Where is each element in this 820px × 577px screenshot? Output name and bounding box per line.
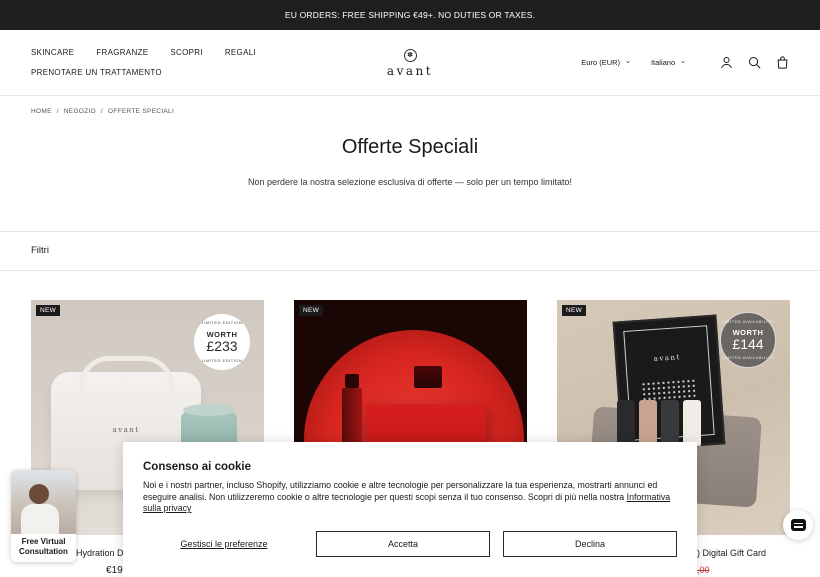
- product-title[interactable]: Hydration D: [76, 548, 124, 558]
- cookie-title: Consenso ai cookie: [143, 461, 252, 473]
- worth-value: £144: [732, 336, 764, 353]
- brand-logo[interactable]: ✽ avant: [381, 49, 439, 78]
- accept-button[interactable]: Accetta: [316, 531, 490, 557]
- currency-label: Euro (EUR): [581, 57, 621, 67]
- product-price-strike: ,00: [697, 565, 710, 575]
- cookie-banner: Consenso ai cookie Noi e i nostri partne…: [123, 442, 697, 577]
- breadcrumb-negozio[interactable]: NEGOZIO: [64, 108, 96, 115]
- edition-text-top: LIMITED EDITION: [201, 320, 243, 325]
- product-image-tube: [639, 400, 657, 446]
- manage-preferences-button[interactable]: Gestisci le preferenze: [143, 531, 305, 557]
- product-image-tube: [683, 400, 701, 446]
- consultation-label: Free Virtual Consultation: [19, 537, 68, 556]
- product-image-tube: [661, 400, 679, 446]
- nav-item-fragranze[interactable]: FRAGRANZE: [96, 48, 148, 57]
- worth-value: £233: [206, 338, 238, 355]
- account-icon[interactable]: [718, 54, 734, 70]
- announcement-text: EU ORDERS: FREE SHIPPING €49+. NO DUTIES…: [284, 10, 536, 20]
- nav-item-regali[interactable]: REGALI: [225, 48, 256, 57]
- cookie-body: Noi e i nostri partner, incluso Shopify,…: [143, 480, 658, 502]
- worth-seal: LIMITED AVAILABILITY WORTH £144 LIMITED …: [720, 312, 776, 368]
- product-image-bottle: [342, 374, 362, 448]
- breadcrumb-current: OFFERTE SPECIALI: [108, 108, 175, 115]
- consultation-widget[interactable]: Free Virtual Consultation: [11, 470, 76, 562]
- breadcrumb-home[interactable]: HOME: [31, 108, 52, 115]
- edition-text-bottom: LIMITED EDITION: [201, 358, 243, 363]
- product-image-tube: [617, 400, 635, 446]
- new-badge: NEW: [36, 305, 61, 316]
- chat-button[interactable]: [783, 510, 813, 540]
- header-utilities: Euro (EUR) ⌄ Italiano ⌄: [581, 54, 790, 70]
- chat-icon: [790, 519, 806, 531]
- page-title: Offerte Speciali: [341, 136, 479, 158]
- bag-icon[interactable]: [774, 54, 790, 70]
- new-badge: NEW: [562, 305, 587, 316]
- filter-button[interactable]: Filtri: [31, 245, 49, 256]
- search-icon[interactable]: [746, 54, 762, 70]
- language-label: Italiano: [650, 57, 676, 67]
- chevron-down-icon: ⌄: [625, 58, 631, 65]
- cookie-text: Noi e i nostri partner, incluso Shopify,…: [143, 480, 673, 515]
- decline-button[interactable]: Declina: [503, 531, 677, 557]
- product-price: €19: [106, 565, 123, 576]
- nav-item-skincare[interactable]: SKINCARE: [31, 48, 74, 57]
- main-nav: SKINCARE FRAGRANZE SCOPRI REGALI PRENOTA…: [31, 48, 278, 77]
- nav-item-trattamento[interactable]: PRENOTARE UN TRATTAMENTO: [31, 68, 278, 77]
- site-header: SKINCARE FRAGRANZE SCOPRI REGALI PRENOTA…: [0, 30, 820, 96]
- edition-text-bottom: LIMITED AVAILABILITY: [721, 355, 775, 360]
- announcement-bar: EU ORDERS: FREE SHIPPING €49+. NO DUTIES…: [0, 0, 820, 30]
- breadcrumb: HOME / NEGOZIO / OFFERTE SPECIALI: [31, 108, 175, 115]
- page-subtitle: Non perdere la nostra selezione esclusiv…: [247, 177, 572, 187]
- logo-wordmark: avant: [386, 64, 434, 78]
- chevron-down-icon: ⌄: [680, 58, 686, 65]
- product-image-cap: [414, 366, 442, 388]
- filter-bar: Filtri: [0, 231, 820, 271]
- new-badge: NEW: [299, 305, 324, 316]
- worth-label: WORTH: [206, 329, 238, 339]
- worth-label: WORTH: [732, 327, 764, 337]
- consultation-photo: [11, 470, 76, 534]
- bag-logo: avant: [112, 426, 140, 434]
- worth-seal: LIMITED EDITION WORTH £233 LIMITED EDITI…: [194, 314, 250, 370]
- logo-mark-icon: ✽: [403, 49, 417, 62]
- edition-text-top: LIMITED AVAILABILITY: [721, 319, 775, 324]
- language-selector[interactable]: Italiano ⌄: [651, 58, 686, 67]
- nav-item-scopri[interactable]: SCOPRI: [170, 48, 202, 57]
- product-title[interactable]: ) Digital Gift Card: [697, 548, 766, 558]
- currency-selector[interactable]: Euro (EUR) ⌄: [581, 58, 631, 67]
